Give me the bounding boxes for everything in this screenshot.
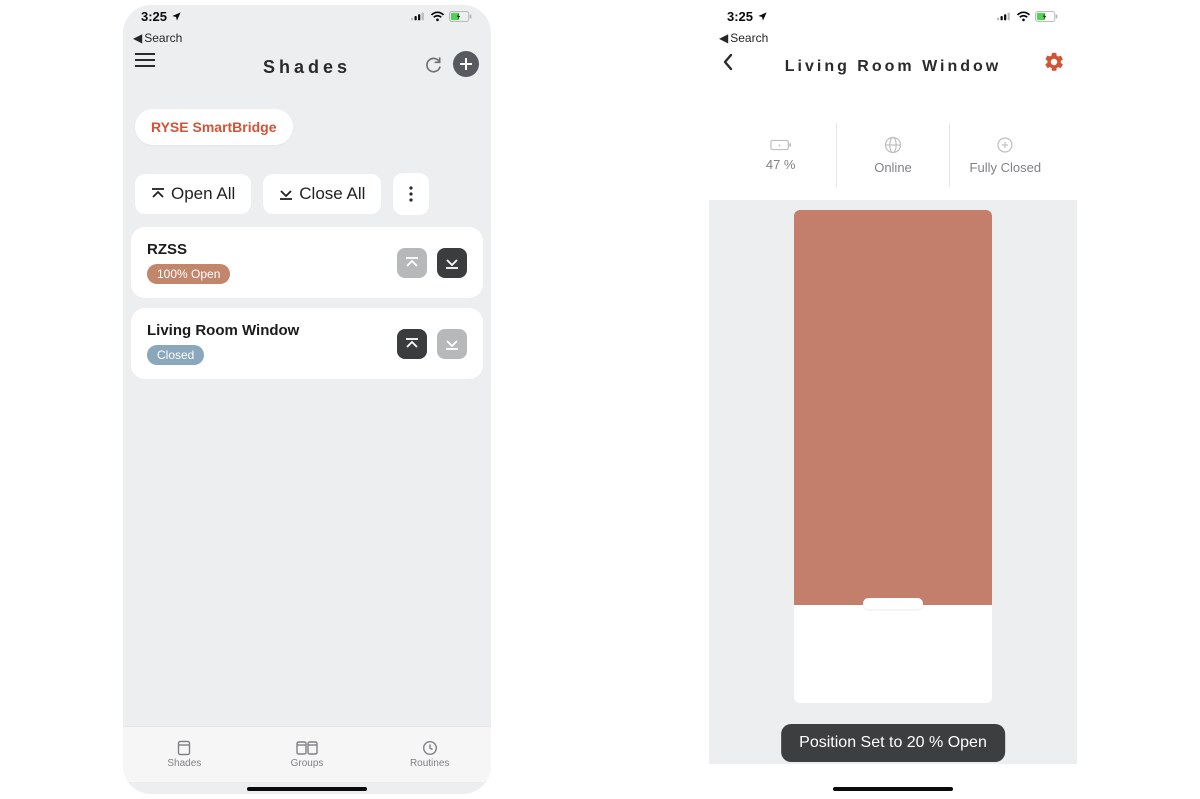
stat-network: Online xyxy=(836,123,948,187)
home-indicator xyxy=(247,787,367,791)
shade-status-badge: Closed xyxy=(147,345,204,365)
tab-label: Routines xyxy=(410,758,449,769)
cell-signal-icon xyxy=(997,11,1012,21)
shade-card[interactable]: Living Room Window Closed xyxy=(131,308,483,379)
shade-card[interactable]: RZSS 100% Open xyxy=(131,227,483,298)
close-icon xyxy=(445,337,459,351)
location-icon xyxy=(171,11,182,22)
phone-screen-shade-detail: 3:25 ◀ Search Living Room Window xyxy=(709,5,1077,794)
gear-icon xyxy=(1043,51,1065,73)
toast-text: Position Set to 20 % Open xyxy=(799,734,987,751)
shade-open-button[interactable] xyxy=(397,329,427,359)
back-search-label: Search xyxy=(144,31,182,45)
cell-signal-icon xyxy=(411,11,426,21)
open-all-icon xyxy=(151,187,165,201)
open-icon xyxy=(405,256,419,270)
back-to-search-link[interactable]: ◀ Search xyxy=(719,31,768,45)
stat-battery: + 47 % xyxy=(725,123,836,187)
wifi-icon xyxy=(430,11,445,22)
shades-tab-icon xyxy=(176,740,192,756)
stat-network-value: Online xyxy=(874,160,912,175)
status-time: 3:25 xyxy=(727,9,753,24)
back-to-search-link[interactable]: ◀ Search xyxy=(133,31,182,45)
back-caret-icon: ◀ xyxy=(133,31,142,45)
shade-close-button[interactable] xyxy=(437,329,467,359)
svg-text:+: + xyxy=(777,142,781,149)
tab-shades[interactable]: Shades xyxy=(123,727,246,782)
hamburger-icon xyxy=(135,53,155,67)
shades-list: RZSS 100% Open Living Room Window Closed xyxy=(131,227,483,379)
close-all-label: Close All xyxy=(299,184,365,204)
home-indicator xyxy=(833,787,953,791)
tab-label: Shades xyxy=(167,758,201,769)
add-button[interactable] xyxy=(453,51,479,77)
close-all-icon xyxy=(279,187,293,201)
open-all-button[interactable]: Open All xyxy=(135,174,251,214)
shade-name: RZSS xyxy=(147,241,187,258)
shade-handle[interactable] xyxy=(863,598,923,609)
settings-button[interactable] xyxy=(1043,51,1065,73)
tab-bar: Shades Groups Routines xyxy=(123,726,491,782)
bridge-chip-label: RYSE SmartBridge xyxy=(151,119,277,135)
groups-tab-icon xyxy=(295,740,319,756)
battery-outline-icon: + xyxy=(770,139,792,151)
refresh-button[interactable] xyxy=(423,54,443,74)
shade-name: Living Room Window xyxy=(147,322,299,339)
shade-control-area: Position Set to 20 % Open xyxy=(709,200,1077,764)
tab-groups[interactable]: Groups xyxy=(246,727,369,782)
stat-position-value: Fully Closed xyxy=(970,160,1042,175)
tab-routines[interactable]: Routines xyxy=(368,727,491,782)
chevron-left-icon xyxy=(721,53,735,71)
shade-fill xyxy=(794,210,992,605)
battery-icon xyxy=(449,11,473,22)
open-icon xyxy=(405,337,419,351)
stat-battery-value: 47 % xyxy=(766,157,796,172)
page-title: Shades xyxy=(263,57,351,78)
close-icon xyxy=(445,256,459,270)
back-search-label: Search xyxy=(730,31,768,45)
more-button[interactable] xyxy=(393,173,429,215)
shade-open-button[interactable] xyxy=(397,248,427,278)
stat-position: Fully Closed xyxy=(949,123,1061,187)
globe-icon xyxy=(884,136,902,154)
status-time: 3:25 xyxy=(141,9,167,24)
back-button[interactable] xyxy=(721,53,735,71)
page-title: Living Room Window xyxy=(785,58,1002,76)
location-icon xyxy=(757,11,768,22)
menu-button[interactable] xyxy=(135,53,155,67)
bridge-chip[interactable]: RYSE SmartBridge xyxy=(135,109,293,145)
shade-close-button[interactable] xyxy=(437,248,467,278)
back-caret-icon: ◀ xyxy=(719,31,728,45)
tab-label: Groups xyxy=(291,758,324,769)
refresh-icon xyxy=(423,54,443,74)
shade-status-badge: 100% Open xyxy=(147,264,230,284)
phone-screen-shades: 3:25 ◀ Search Shades xyxy=(123,5,491,794)
target-icon xyxy=(996,136,1014,154)
more-vertical-icon xyxy=(409,186,413,202)
close-all-button[interactable]: Close All xyxy=(263,174,381,214)
position-toast: Position Set to 20 % Open xyxy=(781,724,1005,762)
shade-slider[interactable] xyxy=(794,210,992,764)
stats-row: + 47 % Online Fully Closed xyxy=(725,123,1061,187)
routines-tab-icon xyxy=(422,740,438,756)
plus-icon xyxy=(460,58,472,70)
status-bar: 3:25 xyxy=(709,5,1077,27)
wifi-icon xyxy=(1016,11,1031,22)
open-all-label: Open All xyxy=(171,184,235,204)
battery-icon xyxy=(1035,11,1059,22)
status-bar: 3:25 xyxy=(123,5,491,27)
